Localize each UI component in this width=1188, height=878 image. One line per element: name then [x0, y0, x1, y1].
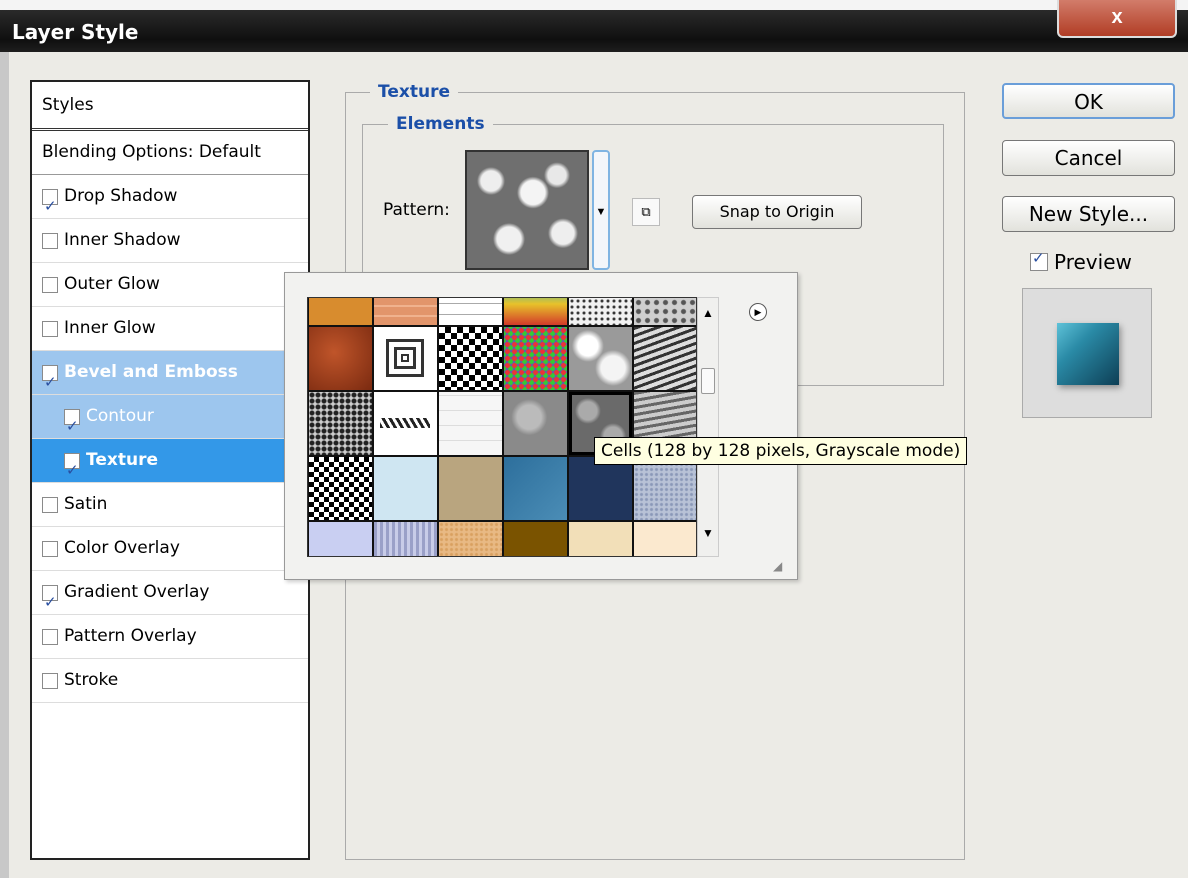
elements-section-title: Elements: [388, 114, 493, 134]
style-item-inner-glow[interactable]: Inner Glow: [32, 307, 308, 351]
pattern-tile-orange-tiles[interactable]: [374, 298, 437, 325]
title-bar: Layer Style x: [0, 0, 1188, 62]
styles-header[interactable]: Styles: [32, 82, 308, 131]
pattern-tile-chevrons[interactable]: [374, 392, 437, 455]
close-button[interactable]: x: [1057, 0, 1177, 38]
pattern-tile-blue-texture[interactable]: [504, 457, 567, 520]
pattern-tile-brown[interactable]: [504, 522, 567, 556]
style-checkbox[interactable]: [42, 361, 58, 404]
pattern-dropdown-button[interactable]: ▼: [592, 150, 610, 270]
style-item-label: Texture: [86, 450, 158, 470]
preview-checkbox[interactable]: [1030, 249, 1048, 271]
style-item-label: Pattern Overlay: [64, 626, 197, 646]
style-checkbox[interactable]: [42, 496, 58, 513]
style-checkbox[interactable]: [42, 232, 58, 249]
style-item-label: Outer Glow: [64, 274, 160, 294]
style-checkbox[interactable]: [42, 581, 58, 624]
style-item-outer-glow[interactable]: Outer Glow: [32, 263, 308, 307]
new-style-button[interactable]: New Style...: [1002, 196, 1175, 232]
pattern-tile-tan[interactable]: [439, 457, 502, 520]
pattern-tile-lavender[interactable]: [309, 522, 372, 556]
pattern-tile-orange[interactable]: [309, 298, 372, 325]
dropdown-arrow-icon: ▼: [595, 206, 607, 218]
style-item-color-overlay[interactable]: Color Overlay: [32, 527, 308, 571]
pattern-swatch[interactable]: [465, 150, 589, 270]
style-item-bevel-and-emboss[interactable]: Bevel and Emboss: [32, 351, 308, 404]
pattern-tooltip: Cells (128 by 128 pixels, Grayscale mode…: [594, 437, 968, 465]
snap-to-origin-button[interactable]: Snap to Origin: [692, 195, 862, 229]
style-item-contour[interactable]: Contour: [32, 395, 308, 448]
style-item-label: Gradient Overlay: [64, 582, 210, 602]
pattern-label: Pattern:: [383, 200, 450, 220]
blending-options[interactable]: Blending Options: Default: [32, 131, 308, 175]
preview-label: Preview: [1054, 250, 1132, 274]
pattern-tile-rainbow[interactable]: [504, 298, 567, 325]
pattern-tile-checker[interactable]: [439, 327, 502, 390]
pattern-tile-speckle[interactable]: [569, 298, 632, 325]
picker-menu-icon[interactable]: ▶: [749, 303, 767, 321]
style-item-inner-shadow[interactable]: Inner Shadow: [32, 219, 308, 263]
preview-thumbnail: [1022, 288, 1152, 418]
pattern-grid: [307, 297, 697, 557]
pattern-tile-peach[interactable]: [439, 522, 502, 556]
style-checkbox[interactable]: [64, 449, 80, 492]
pattern-picker: ▲ ▼ ▶ ◢: [284, 272, 798, 580]
pattern-tile-stripes[interactable]: [374, 522, 437, 556]
pattern-tile-light-blue[interactable]: [374, 457, 437, 520]
style-item-label: Bevel and Emboss: [64, 362, 238, 382]
pattern-tile-light-cream[interactable]: [634, 522, 696, 556]
ok-button[interactable]: OK: [1002, 83, 1175, 119]
pattern-tile-squares-nested[interactable]: [374, 327, 437, 390]
cancel-button[interactable]: Cancel: [1002, 140, 1175, 176]
preview-square: [1057, 323, 1119, 385]
style-checkbox[interactable]: [42, 276, 58, 293]
style-item-drop-shadow[interactable]: Drop Shadow: [32, 175, 308, 228]
style-checkbox[interactable]: [42, 185, 58, 228]
pattern-tile-colorful-noise[interactable]: [504, 327, 567, 390]
new-preset-icon[interactable]: ⧉: [632, 198, 660, 226]
style-checkbox[interactable]: [42, 628, 58, 645]
pattern-tile-white-bricks[interactable]: [439, 392, 502, 455]
style-item-stroke[interactable]: Stroke: [32, 659, 308, 703]
style-checkbox[interactable]: [42, 320, 58, 337]
style-item-label: Inner Shadow: [64, 230, 181, 250]
style-item-gradient-overlay[interactable]: Gradient Overlay: [32, 571, 308, 624]
pattern-tile-gray-clouds[interactable]: [504, 392, 567, 455]
style-item-label: Stroke: [64, 670, 119, 690]
style-item-label: Contour: [86, 406, 154, 426]
preview-toggle[interactable]: Preview: [1030, 249, 1132, 274]
style-checkbox[interactable]: [42, 540, 58, 557]
pattern-tile-dark-blue[interactable]: [569, 457, 632, 520]
style-checkbox[interactable]: [64, 405, 80, 448]
pattern-tile-gray-blue[interactable]: [634, 457, 696, 520]
picker-scrollbar[interactable]: ▲ ▼: [697, 297, 719, 557]
scroll-down-icon[interactable]: ▼: [698, 526, 718, 540]
pattern-tile-gravel[interactable]: [309, 392, 372, 455]
scroll-up-icon[interactable]: ▲: [698, 306, 718, 320]
pattern-tile-clouds[interactable]: [569, 327, 632, 390]
window-left-edge: [0, 52, 9, 878]
pattern-tile-cream[interactable]: [569, 522, 632, 556]
pattern-tile-rust[interactable]: [309, 327, 372, 390]
style-item-label: Color Overlay: [64, 538, 180, 558]
texture-section-title: Texture: [370, 82, 458, 102]
style-item-pattern-overlay[interactable]: Pattern Overlay: [32, 615, 308, 659]
resize-grip-icon[interactable]: ◢: [773, 559, 782, 573]
pattern-tile-white-grid[interactable]: [439, 298, 502, 325]
pattern-tile-checker-small[interactable]: [309, 457, 372, 520]
style-item-label: Inner Glow: [64, 318, 156, 338]
styles-list: Styles Blending Options: Default Drop Sh…: [30, 80, 310, 860]
style-checkbox[interactable]: [42, 672, 58, 689]
scroll-thumb[interactable]: [701, 368, 715, 394]
pattern-tile-gray-noise[interactable]: [634, 298, 696, 325]
style-item-label: Drop Shadow: [64, 186, 178, 206]
pattern-tile-waves[interactable]: [634, 327, 696, 390]
window-title: Layer Style: [12, 20, 139, 44]
